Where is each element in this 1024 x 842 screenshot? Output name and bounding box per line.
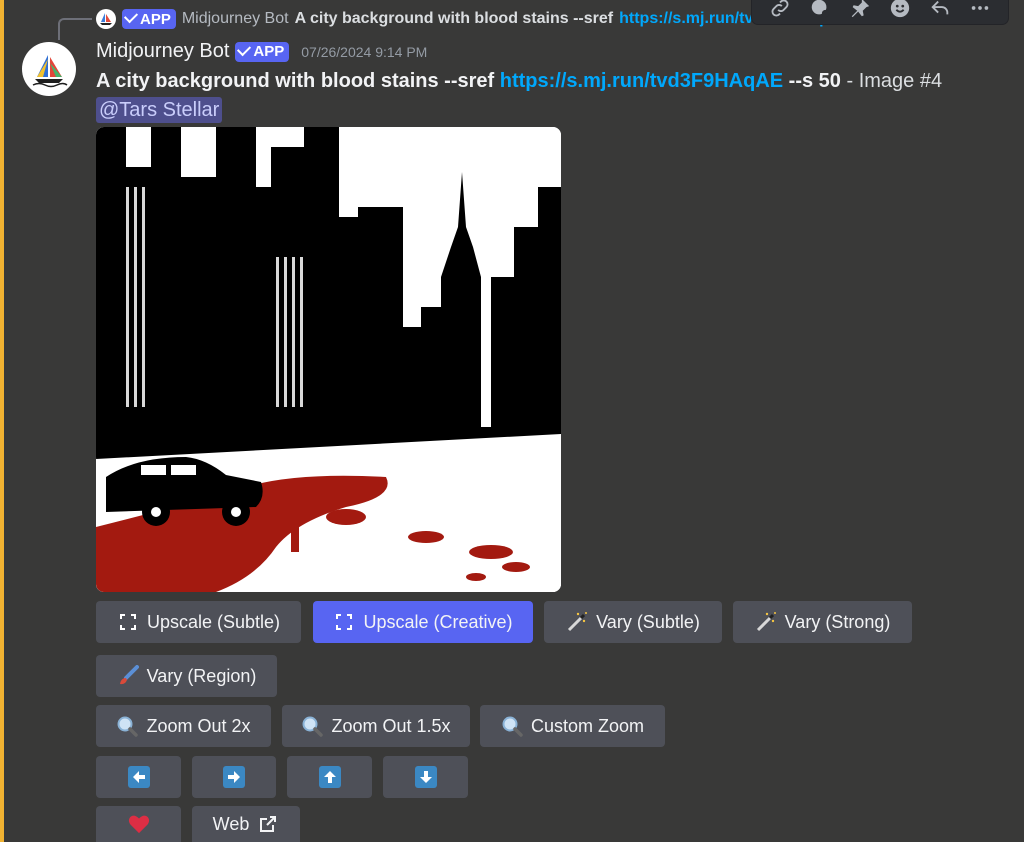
more-icon[interactable] [969,0,991,19]
zoom-out-2x-button[interactable]: Zoom Out 2x [96,705,271,747]
pan-left-button[interactable] [96,756,181,798]
favorite-button[interactable] [96,806,181,842]
message-action-toolbar [752,0,1008,24]
app-badge: APP [122,9,176,29]
magic-wand-icon [755,611,777,633]
midjourney-avatar[interactable] [22,42,76,96]
expand-icon [117,611,139,633]
reply-author[interactable]: Midjourney Bot [182,10,289,28]
reply-prompt: A city background with blood stains --sr… [294,10,614,27]
arrow-down-icon [414,766,437,788]
heart-icon [128,813,150,835]
highlight-accent-bar [0,0,4,842]
pan-right-button[interactable] [192,756,276,798]
generated-image[interactable] [96,127,561,592]
reaction-icon[interactable] [809,0,831,19]
prompt-text: A city background with blood stains --sr… [96,70,495,92]
message-timestamp: 07/26/2024 9:14 PM [301,43,428,60]
upscale-subtle-button[interactable]: Upscale (Subtle) [96,601,301,643]
magnifier-icon [501,715,523,737]
image-index: - Image #4 [846,70,943,92]
upscale-creative-button[interactable]: Upscale (Creative) [313,601,533,643]
params-text: --s 50 [788,70,841,92]
pin-icon[interactable] [849,0,871,19]
vary-strong-button[interactable]: Vary (Strong) [733,601,912,643]
arrow-right-icon [223,766,245,788]
reply-avatar [96,9,116,29]
arrow-up-icon [318,766,341,788]
pan-up-button[interactable] [287,756,372,798]
vary-subtle-button[interactable]: Vary (Subtle) [544,601,722,643]
user-mention[interactable]: @Tars Stellar [96,97,223,123]
magic-wand-icon [566,611,588,633]
custom-zoom-button[interactable]: Custom Zoom [480,705,665,747]
expand-icon [333,611,355,633]
sref-link[interactable]: https://s.mj.run/tvd3F9HAqAE [500,70,783,92]
zoom-out-1-5x-button[interactable]: Zoom Out 1.5x [282,705,470,747]
reply-preview[interactable]: APP Midjourney Bot A city background wit… [96,7,846,31]
magnifier-icon [301,715,324,737]
web-link-button[interactable]: Web [192,806,300,842]
magnifier-icon [116,715,139,737]
paintbrush-icon [117,665,139,687]
emoji-icon[interactable] [889,0,911,19]
vary-region-button[interactable]: Vary (Region) [96,655,277,697]
link-icon[interactable] [769,0,791,19]
external-link-icon [257,813,279,835]
pan-down-button[interactable] [383,756,468,798]
author-name[interactable]: Midjourney Bot [96,40,229,63]
arrow-left-icon [127,766,150,788]
message-content: A city background with blood stains --sr… [96,70,942,93]
message-header: Midjourney Bot APP 07/26/2024 9:14 PM [96,40,427,63]
reply-connector [58,18,92,40]
app-badge: APP [235,41,290,62]
reply-icon[interactable] [929,0,951,19]
